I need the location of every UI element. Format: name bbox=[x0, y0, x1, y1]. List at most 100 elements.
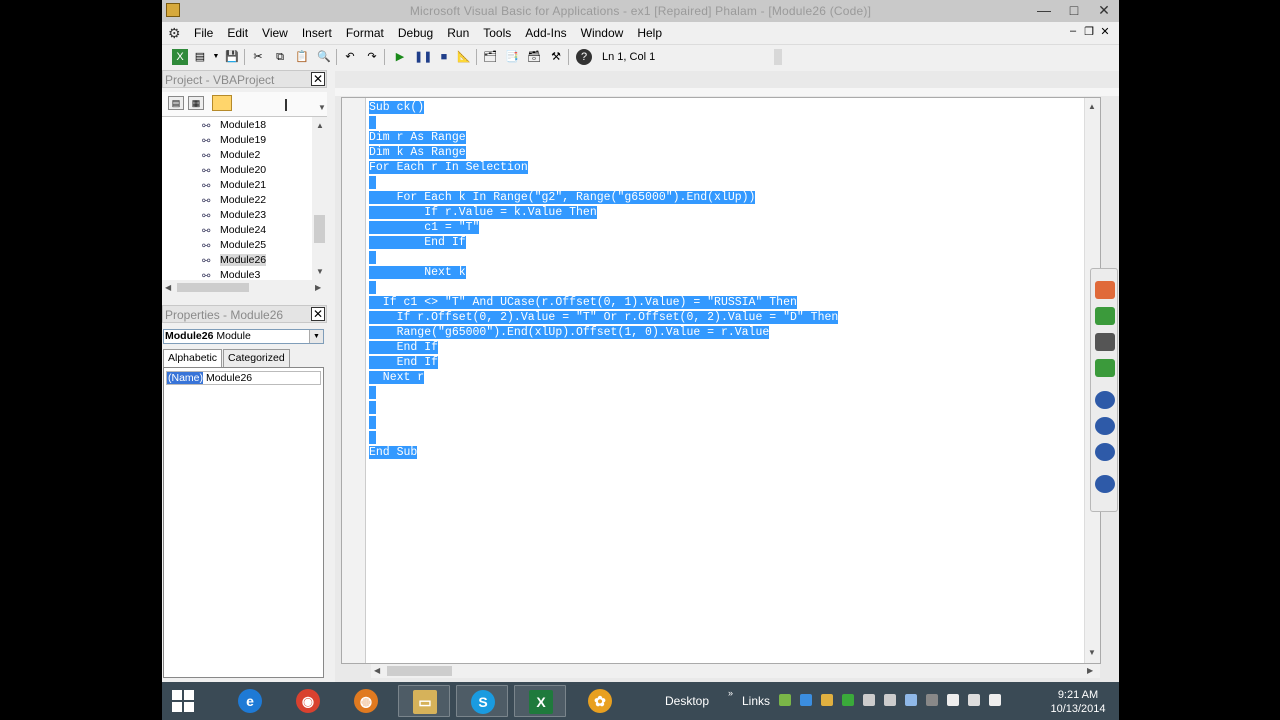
scroll-down-icon[interactable]: ▼ bbox=[316, 267, 324, 276]
insert-module-icon[interactable]: ▤ bbox=[192, 49, 208, 65]
taskbar-flower-app[interactable]: ✿ bbox=[574, 685, 626, 717]
code-line[interactable] bbox=[369, 415, 838, 430]
chevron-down-icon[interactable]: ▼ bbox=[309, 330, 323, 343]
scroll-thumb[interactable] bbox=[387, 666, 452, 676]
tree-item-module26[interactable]: ⚯ Module26 bbox=[202, 253, 267, 268]
run-icon[interactable]: ▶ bbox=[392, 49, 408, 65]
save-icon[interactable]: 💾 bbox=[224, 49, 240, 65]
action-center-flag-icon[interactable] bbox=[968, 694, 980, 706]
undo-icon[interactable]: ↶ bbox=[342, 49, 358, 65]
chevron-down-icon[interactable]: ▼ bbox=[318, 103, 326, 112]
taskbar-excel[interactable]: X bbox=[514, 685, 566, 717]
tree-item-module22[interactable]: ⚯ Module22 bbox=[202, 193, 266, 208]
taskbar-firefox[interactable]: ◍ bbox=[340, 685, 392, 717]
mdi-minimize-button[interactable]: – bbox=[1065, 25, 1081, 38]
scroll-up-icon[interactable]: ▲ bbox=[316, 121, 324, 130]
insert-dropdown-icon[interactable]: ▼ bbox=[208, 49, 224, 65]
code-line[interactable] bbox=[369, 385, 838, 400]
taskbar-clock[interactable]: 9:21 AM 10/13/2014 bbox=[1042, 688, 1114, 716]
code-horizontal-scrollbar[interactable]: ◀ ▶ bbox=[371, 664, 1100, 678]
webcam-icon[interactable] bbox=[1095, 333, 1115, 351]
code-line[interactable]: Next k bbox=[369, 265, 838, 280]
code-line[interactable]: For Each k In Range("g2", Range("g65000"… bbox=[369, 190, 838, 205]
menu-format[interactable]: Format bbox=[346, 26, 384, 40]
mdi-restore-button[interactable]: ❐ bbox=[1081, 25, 1097, 38]
close-properties-pane-button[interactable]: ✕ bbox=[311, 307, 325, 321]
menu-tools[interactable]: Tools bbox=[483, 26, 511, 40]
network-icon[interactable] bbox=[947, 694, 959, 706]
pointer-icon[interactable] bbox=[1095, 417, 1115, 435]
menu-add-ins[interactable]: Add-Ins bbox=[525, 26, 566, 40]
code-line[interactable] bbox=[369, 400, 838, 415]
code-line[interactable]: Next r bbox=[369, 370, 838, 385]
scroll-up-icon[interactable]: ▲ bbox=[1088, 102, 1096, 111]
menu-run[interactable]: Run bbox=[447, 26, 469, 40]
project-explorer-icon[interactable]: 🗂 bbox=[482, 49, 498, 65]
menu-view[interactable]: View bbox=[262, 26, 288, 40]
tab-categorized[interactable]: Categorized bbox=[223, 349, 290, 367]
code-line[interactable]: End If bbox=[369, 355, 838, 370]
toolbox-icon[interactable]: ⚒ bbox=[548, 49, 564, 65]
menu-debug[interactable]: Debug bbox=[398, 26, 433, 40]
menu-window[interactable]: Window bbox=[581, 26, 624, 40]
code-line[interactable]: If r.Value = k.Value Then bbox=[369, 205, 838, 220]
desktop-toolbar-label[interactable]: Desktop bbox=[665, 694, 709, 708]
mdi-close-button[interactable]: ✕ bbox=[1097, 25, 1113, 38]
property-row-name[interactable]: (Name) Module26 bbox=[166, 371, 321, 385]
scroll-right-icon[interactable]: ▶ bbox=[1087, 666, 1093, 675]
scroll-thumb[interactable] bbox=[314, 215, 325, 243]
code-line[interactable]: End If bbox=[369, 235, 838, 250]
view-code-icon[interactable]: ▤ bbox=[168, 96, 184, 110]
menu-file[interactable]: File bbox=[194, 26, 213, 40]
links-toolbar-label[interactable]: Links bbox=[742, 694, 770, 708]
paste-icon[interactable]: 📋 bbox=[294, 49, 310, 65]
maximize-button[interactable]: □ bbox=[1059, 0, 1089, 22]
volume-icon[interactable] bbox=[989, 694, 1001, 706]
tree-item-module23[interactable]: ⚯ Module23 bbox=[202, 208, 266, 223]
microphone-icon[interactable] bbox=[1095, 307, 1115, 325]
pause-icon[interactable] bbox=[1095, 391, 1115, 409]
code-line[interactable]: Dim k As Range bbox=[369, 145, 838, 160]
tray-shield-icon[interactable] bbox=[926, 694, 938, 706]
vbe-menu-icon[interactable]: ⚙ bbox=[168, 25, 181, 42]
view-object-icon[interactable]: ▦ bbox=[188, 96, 204, 110]
design-mode-icon[interactable]: 📐 bbox=[456, 49, 472, 65]
code-line[interactable] bbox=[369, 430, 838, 445]
code-line[interactable]: End If bbox=[369, 340, 838, 355]
scroll-right-icon[interactable]: ▶ bbox=[315, 283, 321, 292]
dropbox-icon[interactable] bbox=[800, 694, 812, 706]
break-icon[interactable]: ❚❚ bbox=[414, 49, 432, 65]
scroll-left-icon[interactable]: ◀ bbox=[374, 666, 380, 675]
property-value[interactable]: Module26 bbox=[206, 372, 252, 384]
help-icon[interactable]: ? bbox=[576, 49, 592, 65]
project-horizontal-scrollbar[interactable]: ◀ ▶ bbox=[162, 280, 327, 295]
menu-edit[interactable]: Edit bbox=[227, 26, 248, 40]
object-browser-icon[interactable]: 🗃 bbox=[526, 49, 542, 65]
code-line[interactable] bbox=[369, 175, 838, 190]
code-line[interactable] bbox=[369, 250, 838, 265]
taskbar-skype[interactable]: S bbox=[456, 685, 508, 717]
code-line[interactable]: Dim r As Range bbox=[369, 130, 838, 145]
project-vertical-scrollbar[interactable]: ▲ ▼ bbox=[312, 117, 327, 280]
code-line[interactable]: If r.Offset(0, 2).Value = "T" Or r.Offse… bbox=[369, 310, 839, 325]
properties-window-icon[interactable]: 📑 bbox=[504, 49, 520, 65]
tray-status-icon[interactable] bbox=[842, 694, 854, 706]
taskbar-chrome[interactable]: ◉ bbox=[282, 685, 334, 717]
scroll-thumb[interactable] bbox=[177, 283, 249, 292]
code-line[interactable] bbox=[369, 115, 838, 130]
tree-item-module18[interactable]: ⚯ Module18 bbox=[202, 118, 266, 133]
scroll-left-icon[interactable]: ◀ bbox=[165, 283, 171, 292]
code-editor[interactable]: Sub ck() Dim r As Range Dim k As Range For… bbox=[341, 97, 1101, 664]
redo-icon[interactable]: ↷ bbox=[364, 49, 380, 65]
taskbar-file-explorer[interactable]: ▭ bbox=[398, 685, 450, 717]
recorder-back-icon[interactable] bbox=[1095, 281, 1115, 299]
menu-help[interactable]: Help bbox=[637, 26, 662, 40]
tray-monitor-icon[interactable] bbox=[863, 694, 875, 706]
tab-alphabetic[interactable]: Alphabetic bbox=[163, 349, 223, 368]
toolbar-options-icon[interactable] bbox=[774, 49, 782, 65]
windows-start-icon[interactable] bbox=[172, 690, 194, 712]
draw-icon[interactable] bbox=[1095, 475, 1115, 493]
tree-item-module20[interactable]: ⚯ Module20 bbox=[202, 163, 266, 178]
view-excel-icon[interactable]: X bbox=[172, 49, 188, 65]
cut-icon[interactable]: ✂ bbox=[250, 49, 266, 65]
